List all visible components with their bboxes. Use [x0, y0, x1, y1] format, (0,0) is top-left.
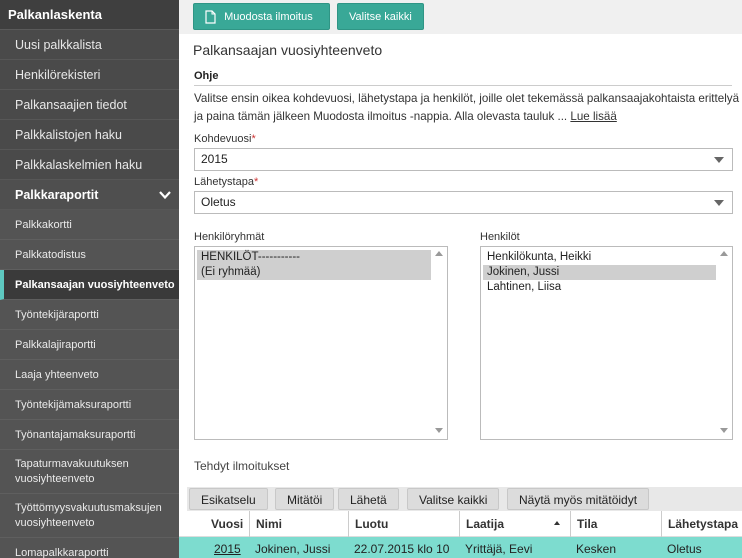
- read-more-link[interactable]: Lue lisää: [570, 110, 616, 123]
- cell-name: Jokinen, Jussi: [255, 542, 331, 556]
- dropdown-caret-icon: [714, 157, 724, 163]
- year-select[interactable]: 2015: [194, 148, 733, 171]
- sidebar: Palkanlaskenta Uusi palkkalista Henkilör…: [0, 0, 179, 558]
- sidebar-item-person-register[interactable]: Henkilörekisteri: [0, 60, 179, 90]
- method-select[interactable]: Oletus: [194, 191, 733, 214]
- sidebar-title: Palkanlaskenta: [0, 0, 179, 30]
- groups-label: Henkilöryhmät: [194, 231, 265, 243]
- page-title: Palkansaajan vuosiyhteenveto: [193, 42, 383, 58]
- scroll-up-icon[interactable]: [435, 251, 443, 256]
- dropdown-caret-icon: [714, 200, 724, 206]
- select-all-reports-button[interactable]: Valitse kaikki: [407, 488, 500, 510]
- sidebar-subitem-salary-certificate[interactable]: Palkkatodistus: [0, 240, 179, 270]
- sidebar-subitem-extended-summary[interactable]: Laaja yhteenveto: [0, 360, 179, 390]
- cell-status: Kesken: [576, 542, 617, 556]
- help-text: Valitse ensin oikea kohdevuosi, lähetyst…: [194, 90, 739, 126]
- required-mark: *: [251, 133, 256, 145]
- scroll-down-icon[interactable]: [720, 428, 728, 433]
- scroll-down-icon[interactable]: [435, 428, 443, 433]
- sidebar-item-new-payroll[interactable]: Uusi palkkalista: [0, 30, 179, 60]
- document-icon: [205, 10, 216, 24]
- table-row[interactable]: 2015 Jokinen, Jussi 22.07.2015 klo 10 Yr…: [179, 537, 742, 558]
- persons-options: Henkilökunta, Heikki Jokinen, Jussi Laht…: [481, 247, 732, 295]
- sidebar-subitem-employer-fee-report[interactable]: Työnantajamaksuraportti: [0, 420, 179, 450]
- person-option-jussi[interactable]: Jokinen, Jussi: [483, 265, 716, 280]
- cell-author: Yrittäjä, Eevi: [465, 542, 533, 556]
- method-label-text: Lähetystapa: [194, 176, 254, 188]
- cancel-report-button[interactable]: Mitätöi: [275, 488, 335, 510]
- column-header-author[interactable]: Laatija: [459, 511, 564, 537]
- groups-scrollbar[interactable]: [431, 247, 447, 439]
- cell-created: 22.07.2015 klo 10: [354, 542, 450, 556]
- help-heading: Ohje: [194, 70, 219, 82]
- required-mark: *: [253, 176, 259, 188]
- help-divider: [194, 85, 732, 86]
- chevron-down-icon: [159, 191, 171, 200]
- reports-toolbar: Esikatselu Mitätöi Lähetä Valitse kaikki…: [187, 487, 742, 511]
- sidebar-subitem-annual-summary[interactable]: Palkansaajan vuosiyhteenveto: [0, 270, 179, 300]
- sidebar-subitem-salary-type-report[interactable]: Palkkalajiraportti: [0, 330, 179, 360]
- sidebar-section-label: Palkkaraportit: [15, 188, 99, 202]
- select-all-top-button[interactable]: Valitse kaikki: [337, 3, 424, 30]
- group-option-no-group[interactable]: (Ei ryhmää): [197, 265, 431, 280]
- group-option-persons[interactable]: HENKILÖT-----------: [197, 250, 431, 265]
- cell-year-link[interactable]: 2015: [214, 537, 241, 558]
- year-label-text: Kohdevuosi: [194, 133, 252, 145]
- persons-listbox[interactable]: Henkilökunta, Heikki Jokinen, Jussi Laht…: [480, 246, 733, 440]
- sidebar-subitem-holiday-pay-report[interactable]: Lomapalkkaraportti: [0, 538, 179, 558]
- preview-button[interactable]: Esikatselu: [189, 488, 268, 510]
- sidebar-item-payroll-search[interactable]: Palkkalistojen haku: [0, 120, 179, 150]
- sort-ascending-icon: [554, 521, 560, 525]
- persons-scrollbar[interactable]: [716, 247, 732, 439]
- column-header-name[interactable]: Nimi: [249, 511, 282, 537]
- column-header-method[interactable]: Lähetystapa: [661, 511, 738, 537]
- main-content: Palkansaajan vuosiyhteenveto Ohje Valits…: [179, 34, 742, 558]
- column-header-author-label: Laatija: [466, 517, 505, 531]
- reports-section-label: Tehdyt ilmoitukset: [194, 459, 290, 473]
- column-header-created[interactable]: Luotu: [348, 511, 388, 537]
- column-header-year[interactable]: Vuosi: [211, 511, 243, 537]
- cell-method: Oletus: [667, 542, 702, 556]
- year-label: Kohdevuosi*: [194, 133, 256, 145]
- help-body: Valitse ensin oikea kohdevuosi, lähetyst…: [194, 92, 740, 123]
- method-select-value: Oletus: [201, 195, 236, 209]
- sidebar-subitem-employee-report[interactable]: Työntekijäraportti: [0, 300, 179, 330]
- person-option-heikki[interactable]: Henkilökunta, Heikki: [483, 250, 716, 265]
- create-report-button[interactable]: Muodosta ilmoitus: [193, 3, 330, 30]
- sidebar-subitem-employee-fee-report[interactable]: Työntekijämaksuraportti: [0, 390, 179, 420]
- persons-label: Henkilöt: [480, 231, 520, 243]
- sidebar-subitem-salary-card[interactable]: Palkkakortti: [0, 210, 179, 240]
- groups-options: HENKILÖT----------- (Ei ryhmää): [195, 247, 447, 280]
- year-select-value: 2015: [201, 152, 228, 166]
- person-option-liisa[interactable]: Lahtinen, Liisa: [483, 280, 716, 295]
- column-header-status[interactable]: Tila: [570, 511, 597, 537]
- sidebar-item-employee-info[interactable]: Palkansaajien tiedot: [0, 90, 179, 120]
- sidebar-subitem-accident-insurance-summary[interactable]: Tapaturmavakuutuksen vuosiyhteenveto: [0, 450, 179, 494]
- show-cancelled-button[interactable]: Näytä myös mitätöidyt: [507, 488, 650, 510]
- method-label: Lähetystapa*: [194, 176, 258, 188]
- scroll-up-icon[interactable]: [720, 251, 728, 256]
- sidebar-subitem-unemployment-insurance-summary[interactable]: Työttömyysvakuutusmaksujen vuosiyhteenve…: [0, 494, 179, 538]
- create-report-label: Muodosta ilmoitus: [224, 11, 313, 23]
- send-button[interactable]: Lähetä: [338, 488, 399, 510]
- sidebar-item-payslip-search[interactable]: Palkkalaskelmien haku: [0, 150, 179, 180]
- top-toolbar: Muodosta ilmoitus Valitse kaikki: [179, 0, 742, 34]
- groups-listbox[interactable]: HENKILÖT----------- (Ei ryhmää): [194, 246, 448, 440]
- sidebar-section-payroll-reports[interactable]: Palkkaraportit: [0, 180, 179, 210]
- reports-table-header: Vuosi Nimi Luotu Laatija Tila Lähetystap…: [179, 511, 742, 537]
